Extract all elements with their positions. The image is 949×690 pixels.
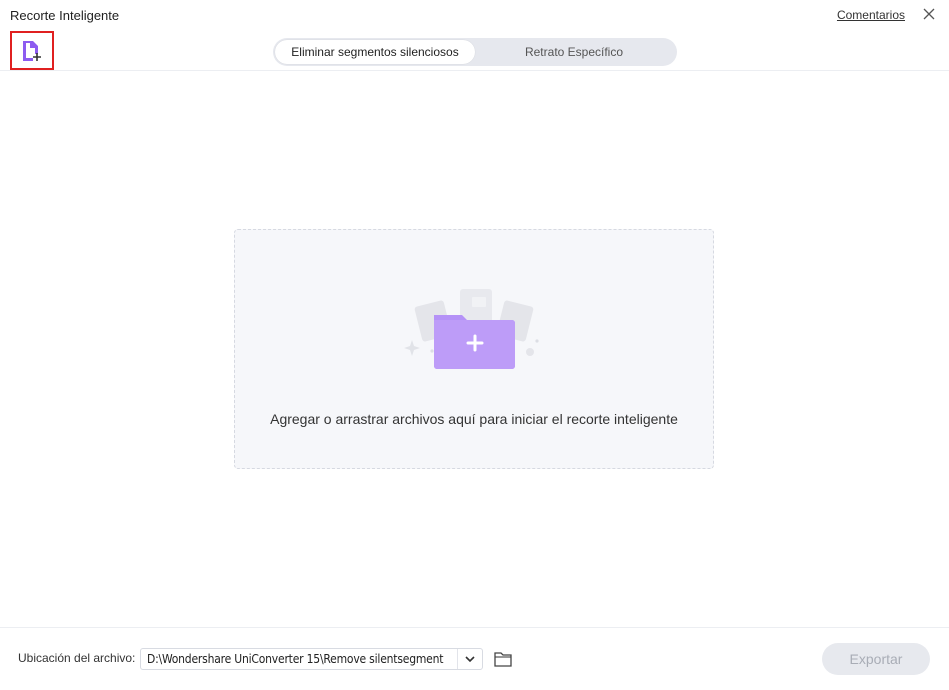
close-icon [923,8,935,20]
chevron-down-icon[interactable] [458,649,482,669]
add-file-button[interactable] [10,31,54,70]
folder-icon [494,652,512,667]
export-button[interactable]: Exportar [822,643,930,675]
add-file-icon [23,40,41,61]
tab-specific-portrait[interactable]: Retrato Específico [475,40,673,64]
footer-divider [0,627,949,628]
smart-trim-window: Recorte Inteligente Comentarios Eliminar… [0,0,949,690]
mode-tabs: Eliminar segmentos silenciosos Retrato E… [273,38,677,66]
add-folder-icon [400,285,550,375]
close-button[interactable] [921,6,937,22]
file-drop-zone[interactable]: Agregar o arrastrar archivos aquí para i… [234,229,714,469]
file-location-label: Ubicación del archivo: [18,651,136,665]
tab-remove-silent-segments[interactable]: Eliminar segmentos silenciosos [275,40,475,64]
window-title: Recorte Inteligente [10,8,120,23]
open-folder-button[interactable] [493,650,513,668]
feedback-link[interactable]: Comentarios [837,8,905,22]
output-path-value: D:\Wondershare UniConverter 15\Remove si… [147,652,444,666]
toolbar-divider [0,70,949,71]
drop-zone-hint: Agregar o arrastrar archivos aquí para i… [270,411,678,427]
output-path-dropdown[interactable]: D:\Wondershare UniConverter 15\Remove si… [140,648,483,670]
